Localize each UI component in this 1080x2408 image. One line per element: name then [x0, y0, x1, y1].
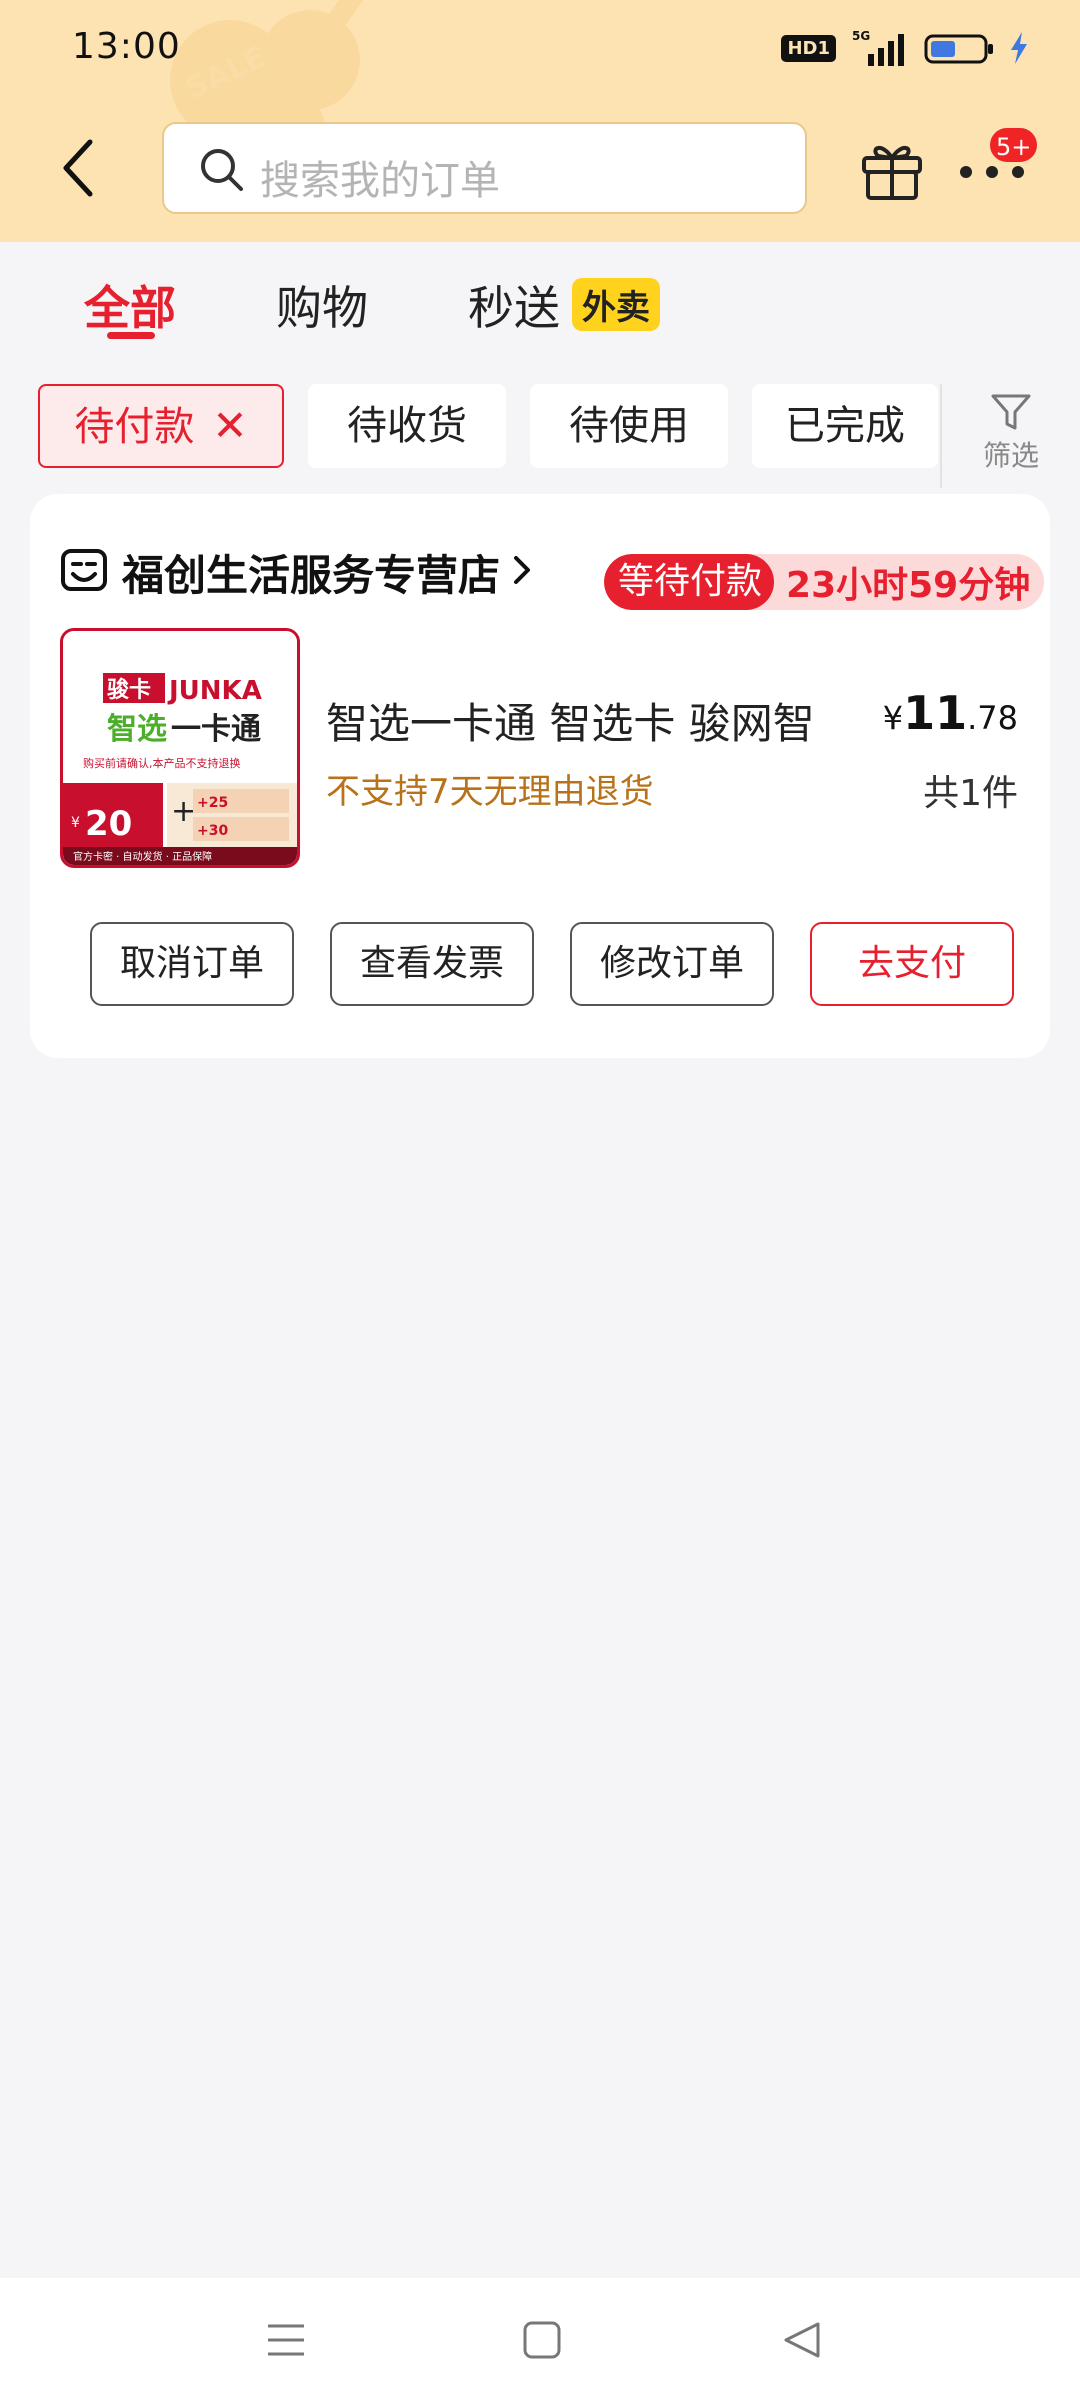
tab-shopping[interactable]: 购物 [276, 272, 368, 338]
view-invoice-button[interactable]: 查看发票 [330, 922, 534, 1006]
status-icons: HD1 5G [781, 28, 1030, 68]
thumb-plus: + [171, 794, 196, 829]
cancel-order-button[interactable]: 取消订单 [90, 922, 294, 1006]
tab-instant-delivery[interactable]: 秒送 [468, 272, 560, 338]
payment-status-badge: 等待付款 23小时59分钟 [604, 554, 1045, 610]
price-decimal: .78 [967, 699, 1018, 737]
status-filter-chips: 待付款 ✕ 待收货 待使用 已完成 筛选 [0, 384, 1080, 488]
payment-countdown: 23小时59分钟 [786, 565, 1031, 606]
shop-name[interactable]: 福创生活服务专营店 [122, 542, 500, 603]
order-type-tabs: 全部 购物 秒送 外卖 [0, 242, 1080, 352]
takeout-tag: 外卖 [572, 278, 660, 331]
pay-button[interactable]: 去支付 [810, 922, 1014, 1006]
chip-pending-receipt[interactable]: 待收货 [308, 384, 506, 468]
order-actions: 取消订单 查看发票 修改订单 去支付 [30, 922, 1050, 1012]
thumb-footer: 官方卡密 · 自动发货 · 正品保障 [73, 850, 212, 863]
chip-completed[interactable]: 已完成 [752, 384, 938, 468]
chip-label: 待付款 [74, 404, 195, 450]
face-symbol: ¥ [71, 815, 80, 831]
coupon-1: +25 [197, 795, 228, 811]
menu-icon[interactable] [264, 2318, 308, 2362]
price-integer: 11 [903, 686, 968, 740]
status-time: 13:00 [72, 26, 181, 67]
thumb-title-a: 智选 [107, 712, 167, 747]
coupon-2: +30 [197, 823, 228, 839]
battery-icon [924, 34, 993, 64]
product-image: 骏卡 JUNKA 智选 一卡通 购买前请确认,本产品不支持退换 ¥ 20 + +… [63, 631, 297, 865]
return-policy-note: 不支持7天无理由退货 [326, 772, 654, 812]
tab-all[interactable]: 全部 [84, 272, 176, 338]
face-value: 20 [85, 804, 132, 844]
search-input[interactable]: 搜索我的订单 [162, 122, 807, 214]
search-placeholder: 搜索我的订单 [260, 158, 500, 204]
item-quantity: 共1件 [923, 773, 1018, 814]
home-icon[interactable] [520, 2318, 564, 2362]
hd-indicator: HD1 [781, 34, 836, 62]
status-bar: 13:00 HD1 5G [0, 0, 1080, 100]
chevron-right-icon[interactable] [510, 552, 534, 588]
product-price: ¥11.78 [883, 686, 1018, 740]
close-icon[interactable]: ✕ [212, 386, 247, 466]
active-tab-indicator [107, 332, 155, 339]
top-bar: 搜索我的订单 5+ [0, 118, 1080, 218]
system-navigation-bar [0, 2278, 1080, 2408]
brand-cn: 骏卡 [107, 677, 151, 703]
brand-en: JUNKA [167, 676, 262, 706]
chip-pending-use[interactable]: 待使用 [530, 384, 728, 468]
product-thumbnail[interactable]: 骏卡 JUNKA 智选 一卡通 购买前请确认,本产品不支持退换 ¥ 20 + +… [60, 628, 300, 868]
order-card[interactable]: 福创生活服务专营店 等待付款 23小时59分钟 骏卡 JUNKA 智选 一卡通 … [30, 494, 1050, 1058]
shop-icon [61, 549, 107, 591]
thumb-title-b: 一卡通 [171, 712, 261, 747]
charging-icon [1011, 32, 1027, 64]
price-symbol: ¥ [882, 699, 904, 737]
message-badge: 5+ [988, 126, 1040, 164]
modify-order-button[interactable]: 修改订单 [570, 922, 774, 1006]
signal-icon: 5G [852, 29, 904, 66]
chip-pending-payment[interactable]: 待付款 ✕ [38, 384, 284, 468]
search-icon [201, 149, 243, 191]
back-triangle-icon[interactable] [780, 2318, 824, 2362]
filter-icon [991, 394, 1031, 430]
filter-label: 筛选 [982, 439, 1039, 472]
gift-icon[interactable] [858, 134, 926, 202]
back-arrow-icon[interactable] [56, 136, 100, 200]
thumb-disclaimer: 购买前请确认,本产品不支持退换 [83, 756, 241, 770]
status-label: 等待付款 [604, 554, 775, 610]
header: SALE 13:00 HD1 5G 搜索我的订单 5+ [0, 0, 1080, 242]
filter-button[interactable]: 筛选 [940, 384, 1080, 488]
product-title[interactable]: 智选一卡通 智选卡 骏网智 [326, 690, 815, 751]
svg-text:5G: 5G [852, 29, 870, 43]
